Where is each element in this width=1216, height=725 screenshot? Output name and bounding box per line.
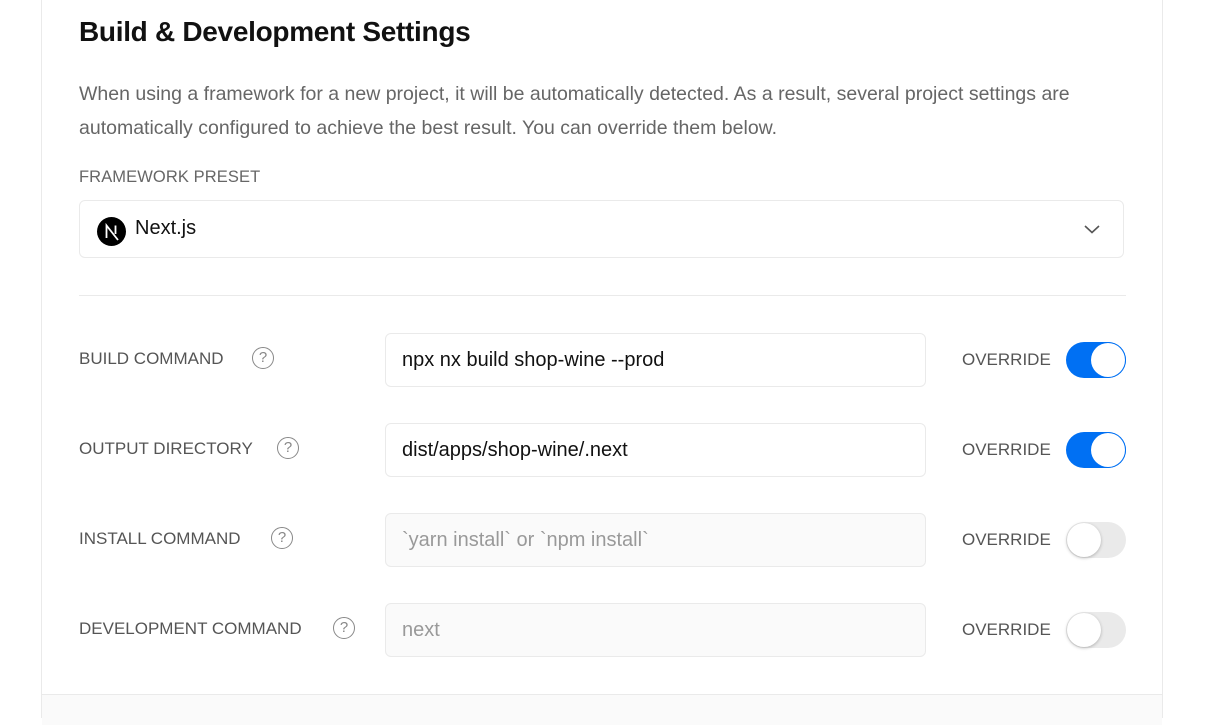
framework-preset-label: FRAMEWORK PRESET	[79, 168, 261, 186]
override-label: OVERRIDE	[962, 530, 1051, 549]
install-command-override-toggle[interactable]	[1066, 522, 1126, 558]
install-command-input[interactable]	[385, 513, 926, 567]
build-command-override-toggle[interactable]	[1066, 342, 1126, 378]
section-title: Build & Development Settings	[79, 16, 471, 47]
toggle-knob	[1067, 523, 1101, 557]
setting-label: OUTPUT DIRECTORY	[79, 439, 253, 458]
override-label: OVERRIDE	[962, 350, 1051, 369]
nextjs-logo-icon	[97, 217, 126, 246]
development-command-override-toggle[interactable]	[1066, 612, 1126, 648]
build-settings-card: Build & Development Settings When using …	[41, 0, 1163, 725]
setting-row-development-command: DEVELOPMENT COMMAND ? OVERRIDE	[79, 603, 1126, 657]
development-command-input[interactable]	[385, 603, 926, 657]
build-command-input[interactable]	[385, 333, 926, 387]
setting-label: BUILD COMMAND	[79, 349, 224, 368]
setting-row-output-directory: OUTPUT DIRECTORY ? OVERRIDE	[79, 423, 1126, 477]
setting-label: INSTALL COMMAND	[79, 529, 241, 548]
framework-preset-select[interactable]: Next.js	[79, 200, 1124, 258]
chevron-down-icon	[1083, 222, 1101, 236]
framework-preset-value: Next.js	[135, 217, 197, 239]
card-footer	[42, 694, 1162, 725]
override-label: OVERRIDE	[962, 620, 1051, 639]
setting-row-install-command: INSTALL COMMAND ? OVERRIDE	[79, 513, 1126, 567]
setting-label: DEVELOPMENT COMMAND	[79, 619, 302, 638]
toggle-knob	[1067, 613, 1101, 647]
setting-row-build-command: BUILD COMMAND ? OVERRIDE	[79, 333, 1126, 387]
section-description: When using a framework for a new project…	[79, 83, 1070, 139]
override-label: OVERRIDE	[962, 440, 1051, 459]
question-circle-icon[interactable]: ?	[333, 617, 355, 639]
section-divider	[79, 295, 1126, 296]
question-circle-icon[interactable]: ?	[252, 347, 274, 369]
output-directory-override-toggle[interactable]	[1066, 432, 1126, 468]
toggle-knob	[1091, 343, 1125, 377]
question-circle-icon[interactable]: ?	[271, 527, 293, 549]
toggle-knob	[1091, 433, 1125, 467]
output-directory-input[interactable]	[385, 423, 926, 477]
question-circle-icon[interactable]: ?	[277, 437, 299, 459]
